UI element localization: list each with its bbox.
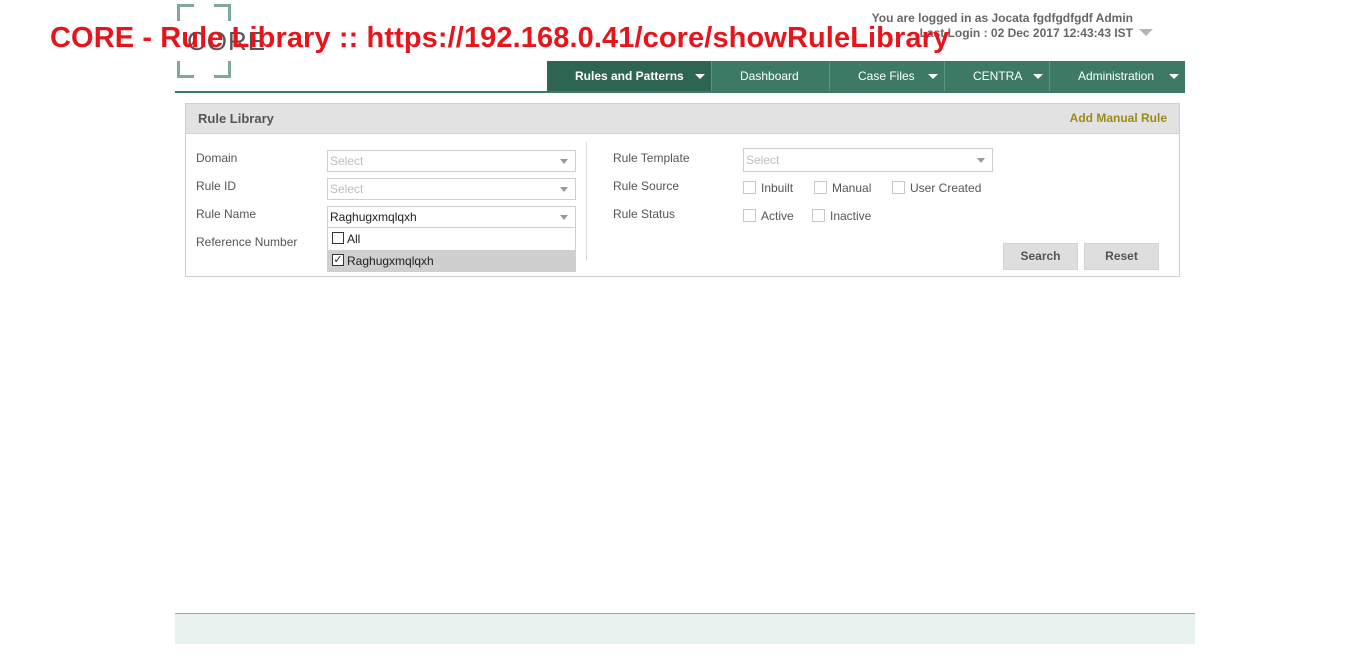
- window-title-overlay: CORE - Rule Library :: https://192.168.0…: [50, 22, 950, 54]
- rule-template-label: Rule Template: [613, 151, 690, 165]
- rule-id-label: Rule ID: [196, 179, 237, 193]
- nav-label: Dashboard: [740, 69, 799, 83]
- panel-header: Rule Library Add Manual Rule: [186, 104, 1179, 134]
- chevron-down-icon: [1033, 74, 1043, 79]
- reference-number-label: Reference Number: [196, 235, 298, 249]
- rule-source-label: Rule Source: [613, 179, 680, 193]
- user-menu-caret-icon[interactable]: [1139, 29, 1153, 36]
- search-button[interactable]: Search: [1003, 243, 1078, 270]
- rule-library-panel: Rule Library Add Manual Rule Domain Sele…: [185, 103, 1180, 277]
- domain-select[interactable]: Select: [327, 150, 576, 172]
- chevron-down-icon: [695, 74, 705, 79]
- dropdown-option-all[interactable]: All: [328, 228, 575, 250]
- chevron-down-icon: [560, 215, 568, 220]
- checkbox-checked-icon[interactable]: ✓: [332, 254, 344, 266]
- domain-label: Domain: [196, 151, 238, 165]
- rule-id-select-value: Select: [330, 182, 364, 196]
- user-created-checkbox-label: User Created: [910, 181, 982, 195]
- option-label: All: [347, 232, 361, 246]
- manual-checkbox-label: Manual: [832, 181, 872, 195]
- chevron-down-icon: [1169, 74, 1179, 79]
- rule-name-dropdown-list: All ✓ Raghugxmqlqxh: [327, 228, 576, 272]
- nav-label: CENTRA: [973, 69, 1023, 83]
- nav-label: Administration: [1078, 69, 1155, 83]
- inbuilt-checkbox-label: Inbuilt: [761, 181, 794, 195]
- logo-corner-icon: [177, 4, 194, 21]
- nav-administration[interactable]: Administration: [1050, 61, 1185, 91]
- manual-checkbox[interactable]: [814, 181, 827, 194]
- logo-corner-icon: [214, 61, 231, 78]
- panel-title: Rule Library: [198, 111, 274, 126]
- rule-name-select[interactable]: Raghugxmqlqxh: [327, 206, 576, 228]
- nav-rules-and-patterns[interactable]: Rules and Patterns: [547, 61, 712, 91]
- user-created-checkbox[interactable]: [892, 181, 905, 194]
- inactive-checkbox-label: Inactive: [830, 209, 872, 223]
- rule-status-label: Rule Status: [613, 207, 676, 221]
- domain-select-value: Select: [330, 154, 364, 168]
- logo-corner-icon: [214, 4, 231, 21]
- active-checkbox-label: Active: [761, 209, 794, 223]
- rule-name-label: Rule Name: [196, 207, 257, 221]
- nav-label: Case Files: [858, 69, 915, 83]
- dropdown-option-rule[interactable]: ✓ Raghugxmqlqxh: [328, 250, 575, 272]
- active-checkbox[interactable]: [743, 209, 756, 222]
- reset-button[interactable]: Reset: [1084, 243, 1159, 270]
- inbuilt-checkbox[interactable]: [743, 181, 756, 194]
- rule-name-select-value: Raghugxmqlqxh: [330, 210, 417, 224]
- nav-label: Rules and Patterns: [575, 69, 684, 83]
- rule-id-select[interactable]: Select: [327, 178, 576, 200]
- main-nav: Rules and Patterns Dashboard Case Files …: [547, 61, 1185, 91]
- rule-template-select[interactable]: Select: [743, 148, 993, 172]
- nav-centra[interactable]: CENTRA: [945, 61, 1050, 91]
- column-divider: [586, 142, 587, 260]
- chevron-down-icon: [977, 158, 985, 163]
- nav-underline: [175, 91, 1185, 93]
- option-label: Raghugxmqlqxh: [347, 254, 434, 268]
- chevron-down-icon: [560, 187, 568, 192]
- chevron-down-icon: [928, 74, 938, 79]
- inactive-checkbox[interactable]: [812, 209, 825, 222]
- logo-corner-icon: [177, 61, 194, 78]
- page-footer: [175, 613, 1195, 644]
- checkbox-unchecked-icon[interactable]: [332, 232, 344, 244]
- nav-dashboard[interactable]: Dashboard: [712, 61, 830, 91]
- chevron-down-icon: [560, 159, 568, 164]
- add-manual-rule-link[interactable]: Add Manual Rule: [1070, 111, 1167, 125]
- rule-template-select-value: Select: [746, 153, 780, 167]
- nav-case-files[interactable]: Case Files: [830, 61, 945, 91]
